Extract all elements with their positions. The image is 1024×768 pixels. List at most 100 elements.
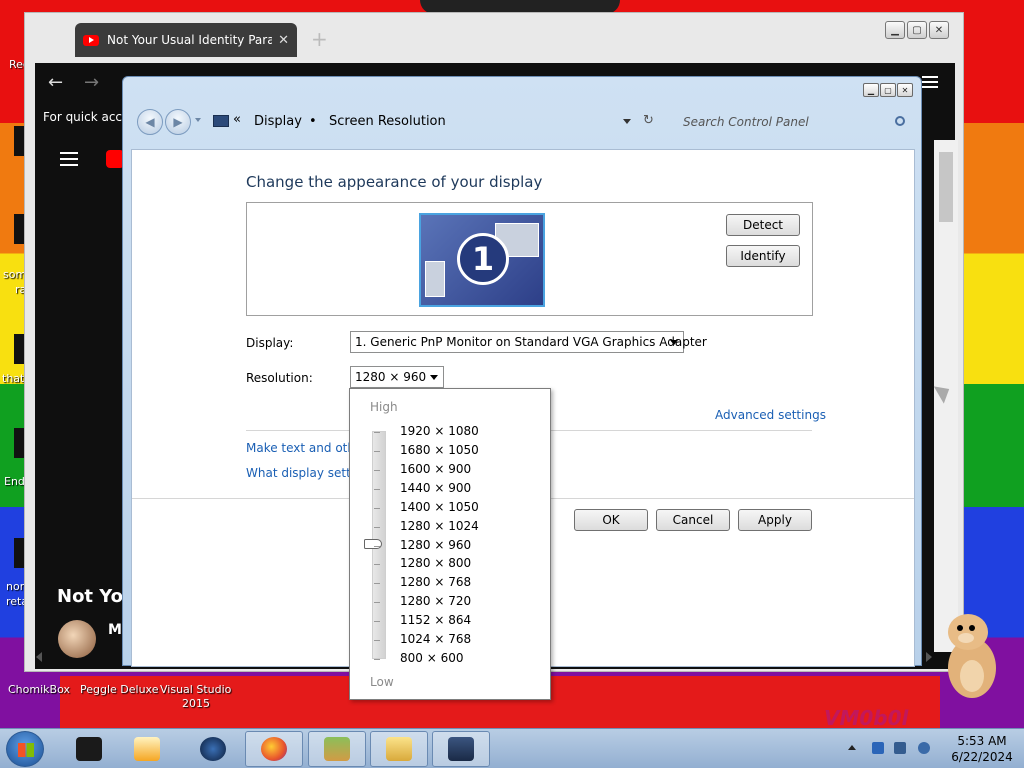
search-input[interactable]: Search Control Panel [675, 107, 911, 137]
cancel-button[interactable]: Cancel [656, 509, 730, 531]
taskbar-app-chomikbox[interactable] [308, 731, 366, 767]
taskbar-app-media-player[interactable] [118, 731, 176, 767]
slider-tick [374, 432, 380, 433]
search-icon[interactable] [895, 116, 905, 126]
network-icon[interactable] [872, 742, 884, 754]
breadcrumb-screen-resolution[interactable]: Screen Resolution [329, 114, 446, 129]
browser-menu-icon[interactable] [922, 76, 938, 91]
taskbar-app-firefox[interactable] [245, 731, 303, 767]
close-icon[interactable]: ✕ [929, 21, 949, 39]
detect-button[interactable]: Detect [726, 214, 800, 236]
desktop-label: End [4, 475, 25, 488]
resolution-select-value: 1280 × 960 [355, 370, 427, 384]
resolution-option[interactable]: 1920 × 1080 [400, 424, 479, 438]
breadcrumb-overflow[interactable]: « [233, 112, 241, 127]
close-icon[interactable]: ✕ [897, 83, 913, 97]
resolution-option[interactable]: 1280 × 720 [400, 594, 471, 608]
apply-button[interactable]: Apply [738, 509, 812, 531]
address-bar: ◀ ▶ « Display • Screen Resolution ↻ Sear… [131, 105, 915, 141]
desktop-label: that [2, 372, 25, 385]
desktop-icon-chomikbox[interactable]: ChomikBox [8, 683, 70, 696]
resolution-option[interactable]: 1600 × 900 [400, 462, 471, 476]
new-tab-button[interactable]: + [311, 27, 328, 51]
slider-tick [374, 583, 380, 584]
resolution-label: Resolution: [246, 371, 313, 385]
scroll-right-icon[interactable] [926, 652, 932, 662]
taskbar-app-globe[interactable] [184, 731, 242, 767]
taskbar-app-terminal[interactable] [60, 731, 118, 767]
volume-icon[interactable] [918, 742, 930, 754]
control-panel-icon [213, 115, 229, 127]
resolution-option-selected[interactable]: 1280 × 960 [400, 538, 471, 552]
resolution-option[interactable]: 1152 × 864 [400, 613, 471, 627]
minimize-icon[interactable]: ▁ [885, 21, 905, 39]
display-select-value: 1. Generic PnP Monitor on Standard VGA G… [355, 335, 707, 349]
desktop-icon-visual-studio[interactable]: Visual Studio [160, 683, 231, 696]
slider-tick [374, 451, 380, 452]
avatar[interactable] [58, 620, 96, 658]
resolution-option[interactable]: 1280 × 800 [400, 556, 471, 570]
slider-tick [374, 659, 380, 660]
taskbar-app-explorer[interactable] [370, 731, 428, 767]
resolution-option[interactable]: 1024 × 768 [400, 632, 471, 646]
monitor-number: 1 [457, 233, 509, 285]
minimize-icon[interactable]: ▁ [863, 83, 879, 97]
monitor-preview-panel: 1 Detect Identify [246, 202, 813, 316]
clock-date: 6/22/2024 [951, 750, 1013, 764]
page-title: Change the appearance of your display [246, 173, 543, 191]
forward-button[interactable]: → [84, 72, 99, 93]
slider-tick [374, 489, 380, 490]
monitor-icon[interactable]: 1 [419, 213, 545, 307]
display-select[interactable]: 1. Generic PnP Monitor on Standard VGA G… [350, 331, 707, 353]
resolution-option[interactable]: 1280 × 768 [400, 575, 471, 589]
window-thumbnail [425, 261, 445, 297]
taskbar-app-control-panel[interactable] [432, 731, 490, 767]
youtube-icon [83, 34, 99, 46]
action-center-icon[interactable] [894, 742, 906, 754]
resolution-slider-thumb[interactable] [364, 539, 382, 549]
desktop-icon-peggle[interactable]: Peggle Deluxe [80, 683, 159, 696]
slider-tick [374, 470, 380, 471]
refresh-icon[interactable]: ↻ [643, 113, 654, 128]
forward-icon[interactable]: ▶ [165, 109, 191, 135]
scrollbar-thumb[interactable] [939, 152, 953, 222]
chevron-down-icon [670, 340, 678, 345]
slider-tick [374, 602, 380, 603]
channel-name[interactable]: M [108, 622, 122, 638]
resolution-option[interactable]: 1280 × 1024 [400, 519, 479, 533]
address-dropdown-icon[interactable] [623, 119, 631, 124]
scroll-left-icon[interactable] [36, 652, 42, 662]
resolution-option[interactable]: 1400 × 1050 [400, 500, 479, 514]
maximize-icon[interactable]: ▢ [880, 83, 896, 97]
start-button[interactable] [6, 731, 44, 767]
resolution-option[interactable]: 1680 × 1050 [400, 443, 479, 457]
ok-button[interactable]: OK [574, 509, 648, 531]
slider-tick [374, 527, 380, 528]
search-placeholder: Search Control Panel [683, 115, 809, 129]
resolution-option[interactable]: 800 × 600 [400, 651, 464, 665]
identify-button[interactable]: Identify [726, 245, 800, 267]
advanced-settings-link[interactable]: Advanced settings [715, 408, 826, 422]
breadcrumb-display[interactable]: Display [254, 114, 302, 129]
resolution-select[interactable]: 1280 × 960 [350, 366, 444, 388]
high-label: High [370, 400, 398, 414]
low-label: Low [370, 675, 394, 689]
taskbar: 5:53 AM 6/22/2024 [0, 728, 1024, 768]
close-icon[interactable]: ✕ [278, 33, 289, 48]
clock-time: 5:53 AM [957, 734, 1007, 748]
tray-expand-icon[interactable] [848, 745, 856, 750]
slider-tick [374, 640, 380, 641]
clock[interactable]: 5:53 AM 6/22/2024 [948, 733, 1016, 765]
slider-tick [374, 621, 380, 622]
history-dropdown-icon[interactable] [195, 118, 201, 122]
resolution-option[interactable]: 1440 × 900 [400, 481, 471, 495]
back-icon[interactable]: ◀ [137, 109, 163, 135]
maximize-icon[interactable]: ▢ [907, 21, 927, 39]
display-label: Display: [246, 336, 294, 350]
back-button[interactable]: ← [48, 72, 63, 93]
slider-tick [374, 564, 380, 565]
desktop-label: som [3, 268, 27, 281]
hamburger-menu-icon[interactable] [60, 152, 78, 170]
browser-tab-title: Not Your Usual Identity Parade [107, 33, 273, 47]
browser-tab[interactable]: Not Your Usual Identity Parade ✕ [75, 23, 297, 57]
